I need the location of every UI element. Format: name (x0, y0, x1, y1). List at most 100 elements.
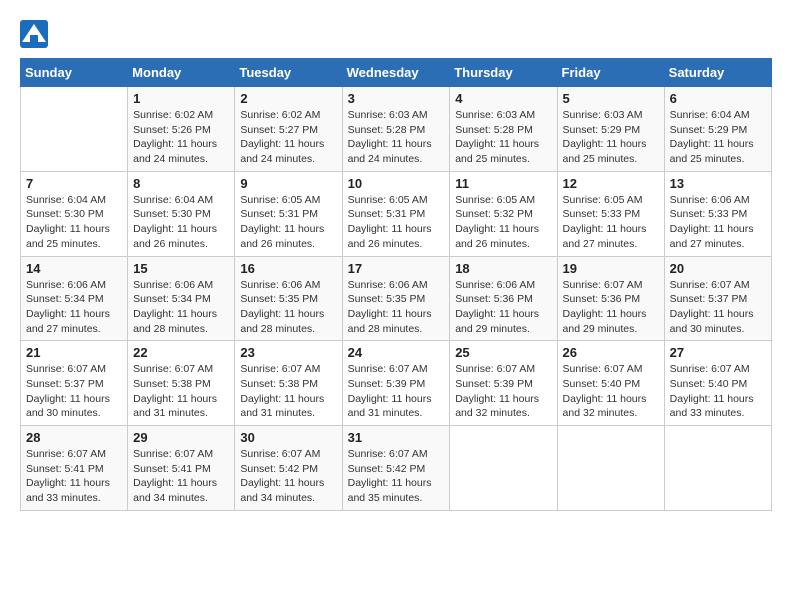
calendar-cell: 14 Sunrise: 6:06 AM Sunset: 5:34 PM Dayli… (21, 256, 128, 341)
day-number: 31 (348, 430, 445, 445)
day-content: Sunrise: 6:05 AM Sunset: 5:32 PM Dayligh… (455, 193, 551, 252)
calendar-cell: 7Sunrise: 6:04 AM Sunset: 5:30 PM Daylig… (21, 171, 128, 256)
calendar-cell: 31 Sunrise: 6:07 AM Sunset: 5:42 PM Dayli… (342, 426, 450, 511)
day-content: Sunrise: 6:07 AM Sunset: 5:40 PM Dayligh… (670, 362, 766, 421)
weekday-header: Friday (557, 59, 664, 87)
day-number: 28 (26, 430, 122, 445)
calendar-cell: 1 Sunrise: 6:02 AM Sunset: 5:26 PM Daylig… (128, 87, 235, 172)
day-number: 12 (563, 176, 659, 191)
day-number: 26 (563, 345, 659, 360)
calendar-cell: 12 Sunrise: 6:05 AM Sunset: 5:33 PM Dayli… (557, 171, 664, 256)
calendar-cell: 18 Sunrise: 6:06 AM Sunset: 5:36 PM Dayli… (450, 256, 557, 341)
weekday-header: Thursday (450, 59, 557, 87)
day-content: Sunrise: 6:07 AM Sunset: 5:40 PM Dayligh… (563, 362, 659, 421)
page-header (20, 20, 772, 48)
day-number: 24 (348, 345, 445, 360)
calendar-cell: 4 Sunrise: 6:03 AM Sunset: 5:28 PM Daylig… (450, 87, 557, 172)
day-number: 13 (670, 176, 766, 191)
calendar-cell: 19 Sunrise: 6:07 AM Sunset: 5:36 PM Dayli… (557, 256, 664, 341)
day-content: Sunrise: 6:05 AM Sunset: 5:31 PM Dayligh… (348, 193, 445, 252)
day-content: Sunrise: 6:02 AM Sunset: 5:26 PM Dayligh… (133, 108, 229, 167)
day-content: Sunrise: 6:07 AM Sunset: 5:37 PM Dayligh… (26, 362, 122, 421)
day-content: Sunrise: 6:06 AM Sunset: 5:34 PM Dayligh… (26, 278, 122, 337)
day-content: Sunrise: 6:03 AM Sunset: 5:29 PM Dayligh… (563, 108, 659, 167)
day-content: Sunrise: 6:06 AM Sunset: 5:36 PM Dayligh… (455, 278, 551, 337)
calendar-cell: 5 Sunrise: 6:03 AM Sunset: 5:29 PM Daylig… (557, 87, 664, 172)
day-content: Sunrise: 6:06 AM Sunset: 5:33 PM Dayligh… (670, 193, 766, 252)
day-number: 21 (26, 345, 122, 360)
calendar-cell: 11Sunrise: 6:05 AM Sunset: 5:32 PM Dayli… (450, 171, 557, 256)
day-content: Sunrise: 6:07 AM Sunset: 5:37 PM Dayligh… (670, 278, 766, 337)
weekday-header: Monday (128, 59, 235, 87)
calendar-cell: 25Sunrise: 6:07 AM Sunset: 5:39 PM Dayli… (450, 341, 557, 426)
day-content: Sunrise: 6:03 AM Sunset: 5:28 PM Dayligh… (348, 108, 445, 167)
day-number: 9 (240, 176, 336, 191)
calendar-cell: 3 Sunrise: 6:03 AM Sunset: 5:28 PM Daylig… (342, 87, 450, 172)
calendar-cell: 30 Sunrise: 6:07 AM Sunset: 5:42 PM Dayli… (235, 426, 342, 511)
calendar-cell: 17 Sunrise: 6:06 AM Sunset: 5:35 PM Dayli… (342, 256, 450, 341)
calendar-cell: 21 Sunrise: 6:07 AM Sunset: 5:37 PM Dayli… (21, 341, 128, 426)
calendar-cell: 16 Sunrise: 6:06 AM Sunset: 5:35 PM Dayli… (235, 256, 342, 341)
logo-icon (20, 20, 48, 48)
calendar-cell: 23 Sunrise: 6:07 AM Sunset: 5:38 PM Dayli… (235, 341, 342, 426)
day-content: Sunrise: 6:04 AM Sunset: 5:30 PM Dayligh… (133, 193, 229, 252)
day-number: 29 (133, 430, 229, 445)
day-content: Sunrise: 6:06 AM Sunset: 5:35 PM Dayligh… (348, 278, 445, 337)
day-content: Sunrise: 6:07 AM Sunset: 5:39 PM Dayligh… (455, 362, 551, 421)
calendar-cell: 10 Sunrise: 6:05 AM Sunset: 5:31 PM Dayli… (342, 171, 450, 256)
day-content: Sunrise: 6:07 AM Sunset: 5:41 PM Dayligh… (133, 447, 229, 506)
day-content: Sunrise: 6:07 AM Sunset: 5:36 PM Dayligh… (563, 278, 659, 337)
calendar-cell: 8 Sunrise: 6:04 AM Sunset: 5:30 PM Daylig… (128, 171, 235, 256)
calendar-week-row: 14 Sunrise: 6:06 AM Sunset: 5:34 PM Dayli… (21, 256, 772, 341)
calendar-cell: 29 Sunrise: 6:07 AM Sunset: 5:41 PM Dayli… (128, 426, 235, 511)
calendar-cell: 2 Sunrise: 6:02 AM Sunset: 5:27 PM Daylig… (235, 87, 342, 172)
weekday-header: Wednesday (342, 59, 450, 87)
calendar-cell: 20 Sunrise: 6:07 AM Sunset: 5:37 PM Dayli… (664, 256, 771, 341)
logo (20, 20, 52, 48)
day-number: 10 (348, 176, 445, 191)
day-content: Sunrise: 6:03 AM Sunset: 5:28 PM Dayligh… (455, 108, 551, 167)
day-content: Sunrise: 6:06 AM Sunset: 5:35 PM Dayligh… (240, 278, 336, 337)
day-number: 23 (240, 345, 336, 360)
calendar-cell: 27 Sunrise: 6:07 AM Sunset: 5:40 PM Dayli… (664, 341, 771, 426)
day-number: 8 (133, 176, 229, 191)
day-number: 18 (455, 261, 551, 276)
calendar-week-row: 7Sunrise: 6:04 AM Sunset: 5:30 PM Daylig… (21, 171, 772, 256)
day-number: 27 (670, 345, 766, 360)
day-number: 3 (348, 91, 445, 106)
day-content: Sunrise: 6:07 AM Sunset: 5:41 PM Dayligh… (26, 447, 122, 506)
day-number: 16 (240, 261, 336, 276)
calendar-cell: 28 Sunrise: 6:07 AM Sunset: 5:41 PM Dayli… (21, 426, 128, 511)
calendar-cell (21, 87, 128, 172)
calendar-table: SundayMondayTuesdayWednesdayThursdayFrid… (20, 58, 772, 511)
day-number: 5 (563, 91, 659, 106)
day-content: Sunrise: 6:07 AM Sunset: 5:42 PM Dayligh… (240, 447, 336, 506)
day-number: 1 (133, 91, 229, 106)
calendar-cell (450, 426, 557, 511)
day-content: Sunrise: 6:04 AM Sunset: 5:30 PM Dayligh… (26, 193, 122, 252)
calendar-cell: 22 Sunrise: 6:07 AM Sunset: 5:38 PM Dayli… (128, 341, 235, 426)
day-content: Sunrise: 6:05 AM Sunset: 5:31 PM Dayligh… (240, 193, 336, 252)
day-number: 14 (26, 261, 122, 276)
calendar-cell: 26 Sunrise: 6:07 AM Sunset: 5:40 PM Dayli… (557, 341, 664, 426)
day-number: 22 (133, 345, 229, 360)
calendar-cell (664, 426, 771, 511)
calendar-cell: 15Sunrise: 6:06 AM Sunset: 5:34 PM Dayli… (128, 256, 235, 341)
calendar-cell: 9 Sunrise: 6:05 AM Sunset: 5:31 PM Daylig… (235, 171, 342, 256)
calendar-cell: 13 Sunrise: 6:06 AM Sunset: 5:33 PM Dayli… (664, 171, 771, 256)
day-number: 4 (455, 91, 551, 106)
calendar-header: SundayMondayTuesdayWednesdayThursdayFrid… (21, 59, 772, 87)
day-content: Sunrise: 6:07 AM Sunset: 5:38 PM Dayligh… (240, 362, 336, 421)
day-content: Sunrise: 6:07 AM Sunset: 5:38 PM Dayligh… (133, 362, 229, 421)
day-number: 17 (348, 261, 445, 276)
weekday-header: Saturday (664, 59, 771, 87)
day-content: Sunrise: 6:07 AM Sunset: 5:42 PM Dayligh… (348, 447, 445, 506)
day-content: Sunrise: 6:05 AM Sunset: 5:33 PM Dayligh… (563, 193, 659, 252)
day-number: 19 (563, 261, 659, 276)
day-number: 30 (240, 430, 336, 445)
day-number: 20 (670, 261, 766, 276)
day-number: 2 (240, 91, 336, 106)
day-content: Sunrise: 6:02 AM Sunset: 5:27 PM Dayligh… (240, 108, 336, 167)
weekday-header: Tuesday (235, 59, 342, 87)
calendar-week-row: 28 Sunrise: 6:07 AM Sunset: 5:41 PM Dayli… (21, 426, 772, 511)
